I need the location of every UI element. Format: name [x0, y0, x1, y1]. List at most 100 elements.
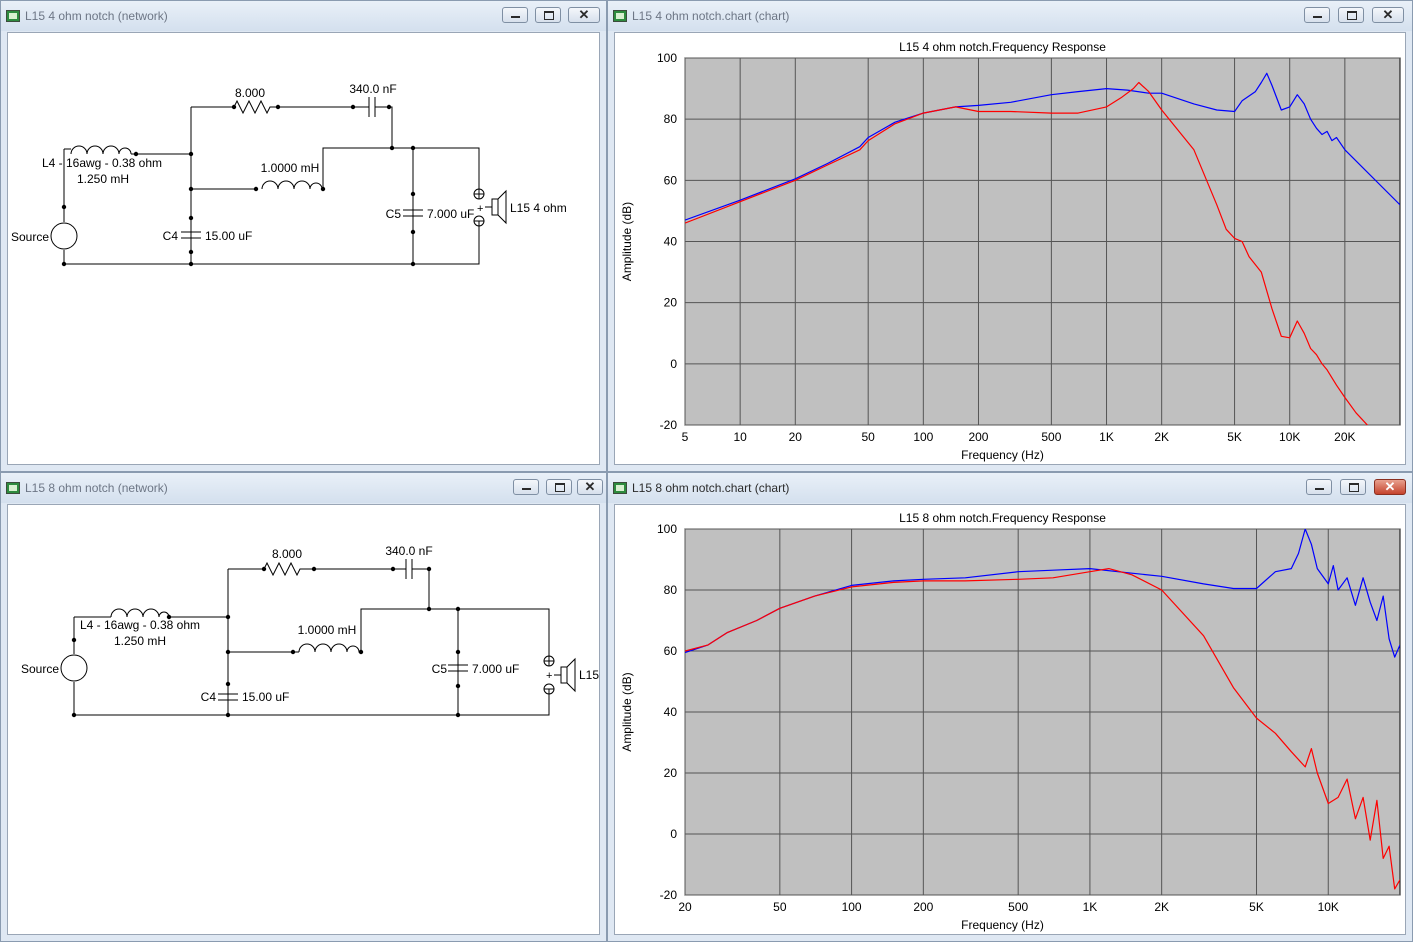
schematic: 8.000 340.0 nF L4 - 16awg - 0.38 ohm 1.2… [21, 544, 599, 718]
maximize-button[interactable] [535, 7, 561, 23]
network-window-top[interactable]: L15 4 ohm notch (network) ✕ 8.000 340.0 … [0, 0, 607, 472]
title-bar[interactable]: L15 8 ohm notch.chart (chart) ✕ [608, 473, 1412, 503]
minimize-button[interactable] [1304, 7, 1330, 23]
minimize-button[interactable] [1306, 479, 1332, 495]
close-icon: ✕ [584, 479, 596, 494]
maximize-icon [1341, 480, 1365, 494]
x-tick-label: 20 [678, 900, 692, 914]
x-tick-label: 5K [1249, 900, 1264, 914]
chart-title: L15 8 ohm notch.Frequency Response [899, 511, 1106, 525]
inductor-l5 [293, 643, 361, 653]
c4-label: C4 [163, 229, 179, 243]
source-label: Source [21, 662, 59, 676]
c5-label: C5 [432, 662, 448, 676]
chart-title: L15 4 ohm notch.Frequency Response [899, 40, 1106, 54]
l4-name-label: L4 - 16awg - 0.38 ohm [80, 618, 200, 632]
chart-canvas[interactable]: 20 50 100 200 500 1K 2K 5K 10K -20 0 20 40 60 80 100 L15… [614, 504, 1406, 935]
x-tick-label: 1K [1099, 430, 1114, 444]
y-tick-label: -20 [660, 888, 678, 902]
c2-label: 340.0 nF [385, 544, 432, 558]
minimize-icon [1305, 8, 1329, 22]
title-bar[interactable]: L15 8 ohm notch (network) ✕ [1, 473, 606, 503]
title-bar[interactable]: L15 4 ohm notch (network) ✕ [1, 1, 606, 31]
speaker-plus-label: + [546, 670, 552, 682]
capacitor-c2 [353, 97, 389, 117]
inductor-l4 [110, 608, 170, 618]
y-tick-label: 100 [657, 51, 677, 65]
r1-label: 8.000 [272, 547, 302, 561]
x-tick-label: 2K [1154, 900, 1169, 914]
network-window-bottom[interactable]: L15 8 ohm notch (network) ✕ 8.000 340.0 … [0, 472, 607, 942]
l5-label: 1.0000 mH [298, 623, 357, 637]
x-axis-label: Frequency (Hz) [961, 918, 1044, 932]
close-button[interactable]: ✕ [1374, 479, 1406, 495]
speaker-plus-label: + [477, 203, 483, 215]
c2-label: 340.0 nF [349, 82, 396, 96]
minimize-icon [503, 8, 527, 22]
y-tick-label: 100 [657, 522, 677, 536]
l4-name-label: L4 - 16awg - 0.38 ohm [42, 156, 162, 170]
c5-label: C5 [386, 207, 402, 221]
x-tick-label: 20K [1334, 430, 1355, 444]
x-tick-label: 50 [862, 430, 876, 444]
c5-value-label: 7.000 uF [472, 662, 519, 676]
x-tick-label: 500 [1041, 430, 1061, 444]
y-tick-label: 60 [664, 173, 678, 187]
close-button[interactable]: ✕ [1372, 7, 1404, 23]
maximize-button[interactable] [1340, 479, 1366, 495]
x-tick-label: 10K [1279, 430, 1300, 444]
minimize-icon [514, 480, 538, 494]
y-tick-label: 40 [664, 705, 678, 719]
maximize-button[interactable] [1338, 7, 1364, 23]
x-tick-label: 5 [682, 430, 689, 444]
frequency-response-chart[interactable]: 20 50 100 200 500 1K 2K 5K 10K -20 0 20 40 60 80 100 L15… [615, 505, 1406, 935]
source-symbol [60, 654, 88, 682]
y-tick-label: 0 [670, 357, 677, 371]
maximize-icon [1339, 8, 1363, 22]
x-tick-label: 10 [733, 430, 747, 444]
x-tick-label: 200 [913, 900, 933, 914]
title-bar[interactable]: L15 4 ohm notch.chart (chart) ✕ [608, 1, 1412, 31]
l4-value-label: 1.250 mH [77, 172, 129, 186]
close-icon: ✕ [578, 7, 590, 22]
minimize-button[interactable] [502, 7, 528, 23]
x-tick-label: 500 [1008, 900, 1028, 914]
frequency-response-chart[interactable]: 5 10 20 50 100 200 500 1K 2K 5K 10K 20K -20 0 20 40 60 80… [615, 33, 1406, 465]
chart-canvas[interactable]: 5 10 20 50 100 200 500 1K 2K 5K 10K 20K -20 0 20 40 60 80… [614, 32, 1406, 465]
x-tick-label: 100 [842, 900, 862, 914]
x-tick-label: 50 [773, 900, 787, 914]
x-tick-label: 2K [1154, 430, 1169, 444]
minimize-button[interactable] [513, 479, 539, 495]
c4-value-label: 15.00 uF [205, 229, 252, 243]
resistor-r1 [233, 99, 278, 115]
minimize-icon [1307, 480, 1331, 494]
maximize-icon [547, 480, 571, 494]
source-label: Source [11, 230, 49, 244]
app-icon [613, 10, 627, 22]
y-tick-label: 20 [664, 766, 678, 780]
maximize-button[interactable] [546, 479, 572, 495]
inductor-l4 [70, 145, 132, 155]
y-tick-label: 20 [664, 296, 678, 310]
x-tick-label: 1K [1083, 900, 1098, 914]
y-axis-label: Amplitude (dB) [620, 202, 634, 281]
x-tick-label: 100 [913, 430, 933, 444]
x-tick-label: 200 [968, 430, 988, 444]
close-icon: ✕ [1382, 7, 1394, 22]
resistor-r1 [263, 561, 314, 577]
app-icon [613, 482, 627, 494]
window-title: L15 4 ohm notch (network) [25, 9, 168, 23]
r1-label: 8.000 [235, 86, 265, 100]
x-tick-label: 20 [789, 430, 803, 444]
schematic-canvas[interactable]: 8.000 340.0 nF L4 - 16awg - 0.38 ohm 1.2… [7, 504, 600, 935]
chart-window-top[interactable]: L15 4 ohm notch.chart (chart) ✕ 5 10 20 50 1… [607, 0, 1413, 472]
y-axis-label: Amplitude (dB) [620, 672, 634, 751]
c5-value-label: 7.000 uF [427, 207, 474, 221]
chart-window-bottom[interactable]: L15 8 ohm notch.chart (chart) ✕ 20 50 100 2… [607, 472, 1413, 942]
x-tick-label: 10K [1318, 900, 1339, 914]
app-icon [6, 482, 20, 494]
close-button[interactable]: ✕ [577, 479, 603, 495]
close-button[interactable]: ✕ [568, 7, 600, 23]
y-tick-label: 80 [664, 112, 678, 126]
schematic-canvas[interactable]: 8.000 340.0 nF L4 - 16awg - 0.38 ohm 1.2… [7, 32, 600, 465]
